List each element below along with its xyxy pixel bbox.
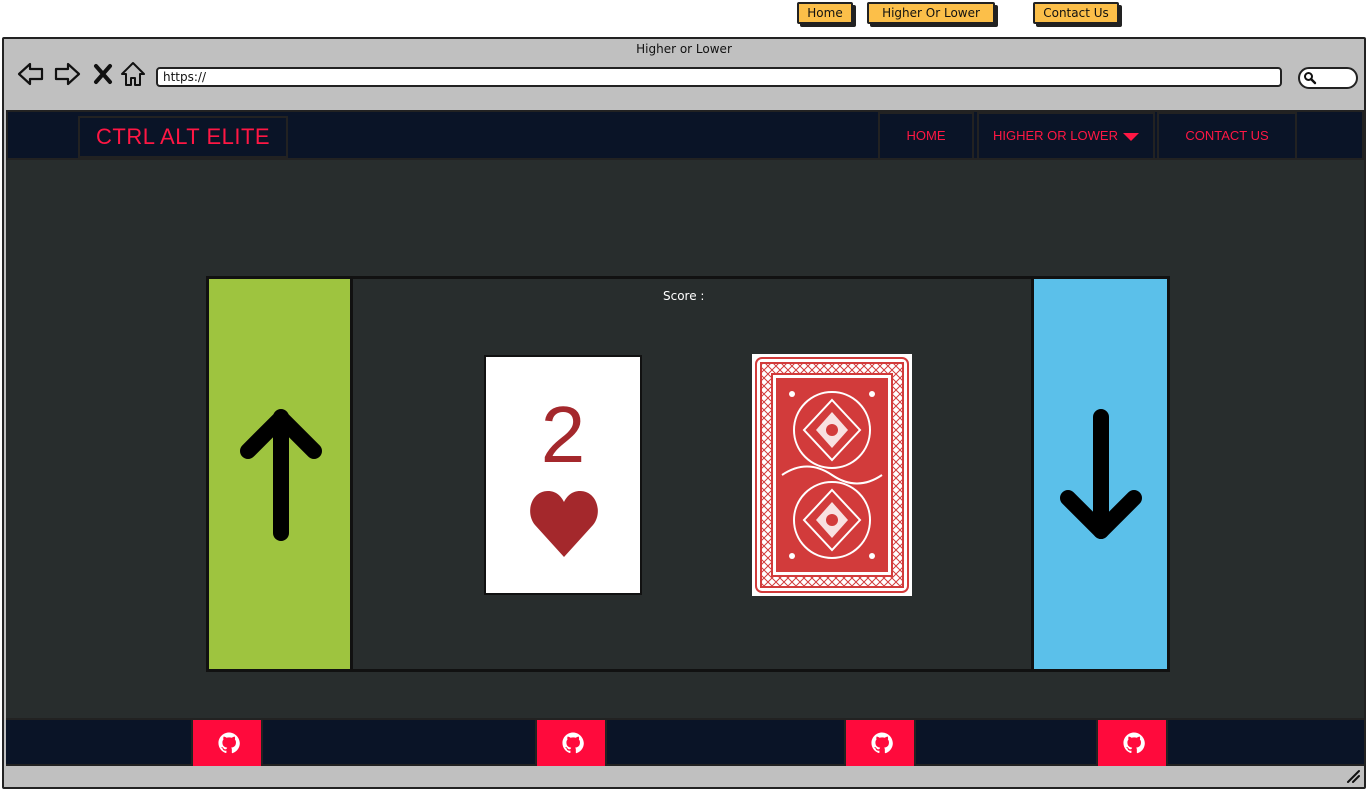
- github-link-3[interactable]: [844, 720, 916, 766]
- url-input[interactable]: https://: [156, 67, 1282, 87]
- site-header: CTRL ALT ELITE HOME HIGHER OR LOWER CONT…: [6, 110, 1364, 160]
- site-footer: [6, 718, 1364, 766]
- forward-arrow-icon[interactable]: [52, 59, 82, 89]
- menu-home[interactable]: HOME: [878, 112, 974, 160]
- menu-higher-or-lower[interactable]: HIGHER OR LOWER: [977, 112, 1155, 160]
- menu-higher-or-lower-label: HIGHER OR LOWER: [993, 128, 1118, 143]
- lower-button[interactable]: [1031, 279, 1167, 669]
- wireframe-home-button[interactable]: Home: [797, 2, 853, 24]
- back-arrow-icon[interactable]: [16, 59, 46, 89]
- github-link-2[interactable]: [535, 720, 607, 766]
- face-down-card: [752, 354, 912, 596]
- down-arrow-icon: [1060, 409, 1142, 539]
- github-icon: [218, 732, 240, 754]
- home-icon[interactable]: [118, 59, 148, 89]
- browser-search-field[interactable]: [1298, 67, 1358, 89]
- up-arrow-icon: [240, 409, 322, 541]
- github-icon: [1123, 732, 1145, 754]
- github-link-4[interactable]: [1096, 720, 1168, 766]
- close-x-icon[interactable]: [88, 59, 118, 89]
- wireframe-higher-or-lower-button[interactable]: Higher Or Lower: [867, 2, 995, 24]
- card-rank: 2: [540, 390, 586, 479]
- card-back-pattern-icon: [755, 357, 909, 593]
- wireframe-contact-us-button[interactable]: Contact Us: [1033, 2, 1119, 24]
- game-board: Score : 2: [206, 276, 1170, 672]
- site-logo[interactable]: CTRL ALT ELITE: [78, 116, 288, 158]
- menu-contact-us[interactable]: CONTACT US: [1157, 112, 1297, 160]
- browser-title: Higher or Lower: [636, 42, 732, 56]
- search-icon: [1304, 72, 1317, 85]
- main-content: Score : 2: [6, 160, 1364, 718]
- higher-button[interactable]: [209, 279, 353, 669]
- browser-window: Higher or Lower https:// CTRL ALT ELITE …: [2, 37, 1366, 789]
- github-link-1[interactable]: [191, 720, 263, 766]
- resize-grip-icon[interactable]: [1346, 769, 1360, 783]
- heart-suit-icon: [530, 491, 598, 557]
- current-card: 2: [484, 355, 642, 595]
- github-icon: [871, 732, 893, 754]
- score-label: Score :: [663, 289, 705, 303]
- dropdown-caret-icon: [1122, 132, 1139, 141]
- github-icon: [562, 732, 584, 754]
